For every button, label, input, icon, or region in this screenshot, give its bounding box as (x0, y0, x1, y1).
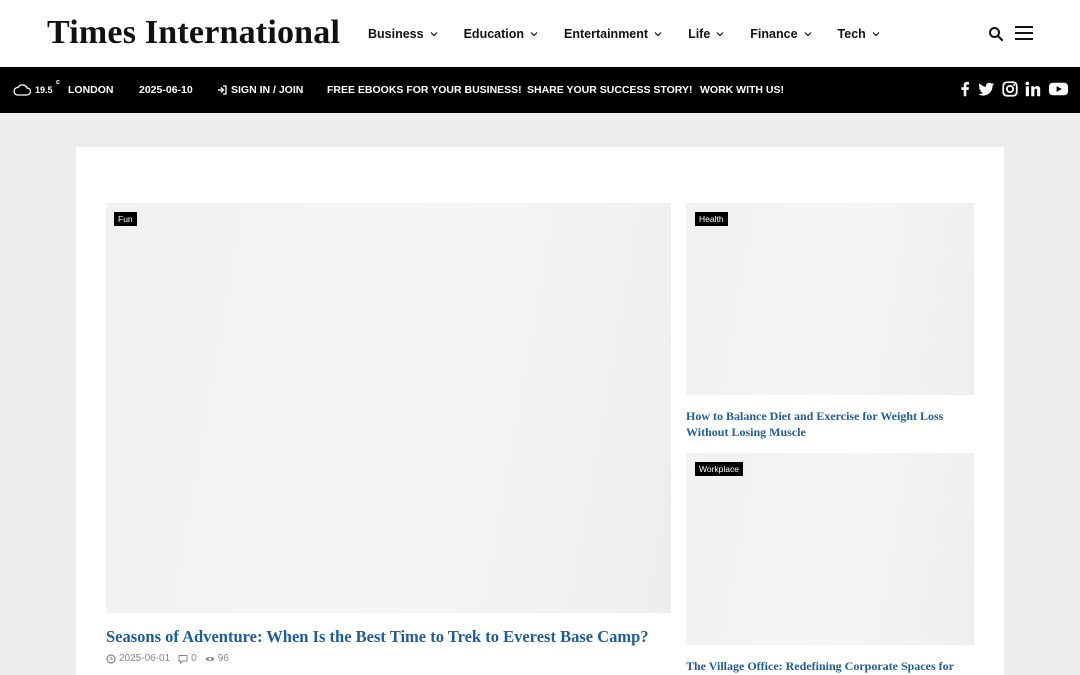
hamburger-menu-icon[interactable] (1014, 24, 1034, 42)
chevron-down-icon (528, 28, 540, 40)
search-icon[interactable] (988, 26, 1004, 42)
comment-count[interactable]: 0 (178, 653, 197, 664)
post-meta: 2025-06-01 0 96 (106, 653, 237, 664)
post-date: 2025-06-01 (106, 653, 170, 664)
top-link-free-ebooks[interactable]: FREE EBOOKS FOR YOUR BUSINESS! (327, 67, 522, 113)
nav-item-finance[interactable]: Finance (750, 27, 813, 41)
cloud-icon (12, 82, 32, 98)
twitter-icon[interactable] (976, 79, 996, 99)
nav-item-tech[interactable]: Tech (838, 27, 882, 41)
top-bar: 19.5 c LONDON 2025-06-10 SIGN IN / JOIN … (0, 67, 1080, 113)
featured-post-title[interactable]: Seasons of Adventure: When Is the Best T… (106, 627, 706, 647)
city-label: LONDON (68, 84, 114, 96)
category-tag[interactable]: Workplace (695, 462, 743, 476)
content-card: Fun Seasons of Adventure: When Is the Be… (76, 147, 1004, 675)
nav-item-education[interactable]: Education (464, 27, 540, 41)
side-post-title[interactable]: How to Balance Diet and Exercise for Wei… (686, 408, 974, 440)
chevron-down-icon (802, 28, 814, 40)
site-logo[interactable]: Times International (47, 14, 340, 52)
comment-icon (178, 654, 188, 664)
view-count: 96 (205, 653, 229, 664)
category-tag[interactable]: Fun (114, 212, 137, 226)
comment-count-text: 0 (191, 653, 197, 664)
date-label: 2025-06-10 (139, 84, 193, 96)
chevron-down-icon (714, 28, 726, 40)
view-count-text: 96 (217, 653, 229, 664)
temperature-unit: c (56, 79, 60, 86)
main-nav: Business Education Entertainment Life Fi… (368, 0, 906, 67)
chevron-down-icon (428, 28, 440, 40)
sign-in-link[interactable]: SIGN IN / JOIN (217, 67, 303, 113)
instagram-icon[interactable] (1000, 79, 1020, 99)
nav-item-label: Tech (837, 26, 866, 41)
temperature-value: 19.5 (35, 85, 53, 95)
nav-item-entertainment[interactable]: Entertainment (564, 27, 664, 41)
chevron-down-icon (870, 28, 882, 40)
eye-icon (205, 656, 215, 661)
clock-icon (106, 653, 116, 664)
nav-item-business[interactable]: Business (368, 27, 440, 41)
side-post-image[interactable] (686, 203, 974, 395)
nav-item-label: Entertainment (564, 26, 649, 41)
sign-in-icon (217, 85, 227, 95)
nav-item-life[interactable]: Life (688, 27, 726, 41)
side-post-title[interactable]: The Village Office: Redefining Corporate… (686, 658, 976, 674)
sign-in-label: SIGN IN / JOIN (231, 84, 304, 96)
site-header: Times International Business Education E… (0, 0, 1080, 67)
post-date-text: 2025-06-01 (119, 653, 171, 664)
linkedin-icon[interactable] (1023, 79, 1043, 99)
chevron-down-icon (652, 28, 664, 40)
featured-image[interactable] (106, 203, 671, 613)
youtube-icon[interactable] (1047, 79, 1069, 99)
category-tag[interactable]: Health (695, 212, 728, 226)
facebook-icon[interactable] (955, 79, 975, 99)
nav-item-label: Education (463, 26, 525, 41)
nav-item-label: Finance (750, 26, 798, 41)
side-post-image[interactable] (686, 453, 974, 645)
top-link-work-with-us[interactable]: WORK WITH US! (700, 67, 784, 113)
nav-item-label: Life (688, 26, 711, 41)
nav-item-label: Business (368, 26, 424, 41)
top-link-share-story[interactable]: SHARE YOUR SUCCESS STORY! (527, 67, 693, 113)
